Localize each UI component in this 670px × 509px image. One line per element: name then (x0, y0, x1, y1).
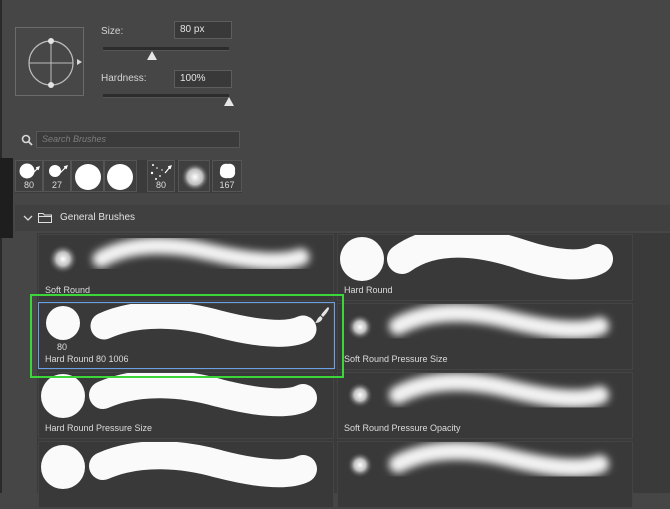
panel-left-edge (0, 0, 2, 493)
size-label: Size: (101, 26, 124, 37)
brush-preset-panel: Size: 80 px Hardness: 100% Search Brushe… (0, 0, 670, 508)
brush-group-name: General Brushes (60, 212, 136, 223)
size-slider-thumb[interactable] (147, 51, 158, 60)
search-icon (21, 134, 33, 146)
recent-brush-size-label: 167 (219, 180, 235, 190)
brush-angle-icon (28, 38, 74, 88)
recent-brush-2[interactable]: 27 (43, 160, 71, 192)
soft-brush-stroke-preview (347, 442, 609, 478)
chevron-down-icon[interactable] (23, 214, 33, 222)
annotation-highlight-box (30, 294, 344, 378)
size-slider-track[interactable] (103, 47, 229, 51)
brush-angle-preview[interactable] (15, 27, 84, 96)
recent-brush-6[interactable] (178, 160, 210, 192)
preview-menu-arrow-icon[interactable] (77, 59, 82, 65)
recent-brush-7[interactable]: 167 (212, 160, 242, 192)
brush-tile-soft-round-pressure-size[interactable]: Soft Round Pressure Size (337, 303, 633, 370)
folder-icon (38, 213, 52, 223)
hardness-slider-track[interactable] (103, 94, 229, 98)
brush-name: Soft Round Pressure Opacity (344, 423, 461, 433)
brush-name: Hard Round (344, 285, 393, 295)
brush-name: Soft Round Pressure Size (344, 354, 448, 364)
recent-brush-4[interactable] (104, 160, 137, 192)
brush-tile-soft-round[interactable]: Soft Round (38, 234, 334, 301)
hardness-label: Hardness: (101, 73, 147, 84)
soft-round-brush-icon (181, 163, 209, 191)
recent-brush-size-label: 27 (51, 180, 62, 190)
recent-brush-size-label: 80 (23, 180, 34, 190)
recent-brush-5[interactable]: 80 (147, 160, 175, 192)
size-field[interactable]: 80 px (174, 21, 232, 39)
brush-tile-hard-round-pressure-size[interactable]: Hard Round Pressure Size (38, 372, 334, 439)
search-brushes-input[interactable]: Search Brushes (36, 131, 240, 148)
brush-name: Hard Round Pressure Size (45, 423, 153, 433)
recent-brush-3[interactable] (71, 160, 104, 192)
brush-tile-hard-round[interactable]: Hard Round (337, 234, 633, 301)
hard-brush-stroke-preview (41, 442, 317, 489)
brush-tile-soft-round-pressure-opacity[interactable]: Soft Round Pressure Opacity (337, 372, 633, 439)
recent-brushes-row: 80 27 80 167 (15, 160, 242, 193)
hard-round-brush-icon (75, 164, 101, 190)
panel-left-gutter (0, 158, 13, 238)
brush-tile-soft-round-row4[interactable] (337, 441, 633, 508)
brush-tool-icon (315, 307, 329, 323)
recent-brush-size-label: 80 (155, 180, 166, 190)
hardness-slider-thumb[interactable] (224, 97, 234, 106)
hardness-field[interactable]: 100% (174, 70, 232, 88)
brush-tile-hard-round-row4[interactable] (38, 441, 334, 508)
hard-round-brush-icon (107, 164, 133, 190)
recent-brush-1[interactable]: 80 (15, 160, 43, 192)
